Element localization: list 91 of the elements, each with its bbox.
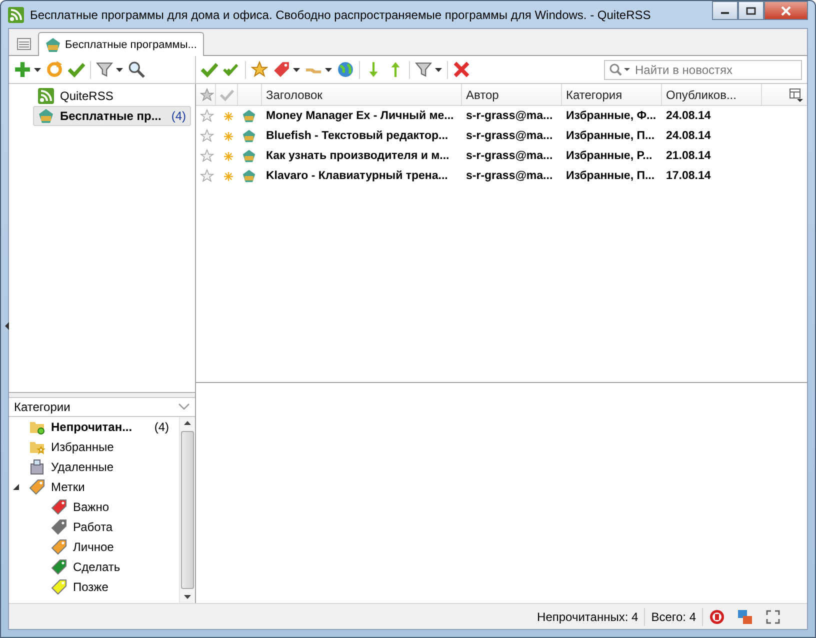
chevron-down-icon[interactable] <box>178 403 190 411</box>
expand-triangle-icon[interactable] <box>13 484 19 490</box>
window-title: Бесплатные программы для дома и офиса. Свободно распространяемые программы для Windows. - QuiteRSS <box>30 8 651 22</box>
author-cell-text: s-r-grass@ma... <box>465 110 554 122</box>
trash-icon <box>29 459 45 475</box>
category-item[interactable]: Работа <box>13 517 179 537</box>
category-item[interactable]: Удаленные <box>13 457 179 477</box>
rss-icon <box>8 6 24 22</box>
column-header[interactable]: Категория <box>562 84 662 105</box>
folder-icon <box>29 419 45 435</box>
unread-marker-icon[interactable] <box>224 112 233 120</box>
category-cell-text: Избранные, Р... <box>565 150 654 162</box>
scroll-down-icon[interactable] <box>184 595 191 599</box>
read-column-icon[interactable] <box>220 88 234 102</box>
maximize-icon <box>746 6 756 14</box>
feed-icon <box>38 108 54 124</box>
star-icon[interactable] <box>200 129 214 143</box>
scrollbar[interactable] <box>179 417 195 603</box>
category-item[interactable]: Позже <box>13 577 179 597</box>
category-item[interactable]: Непрочитан... (4) <box>13 417 179 437</box>
star-icon[interactable] <box>200 149 214 163</box>
checkmark-icon[interactable] <box>68 61 85 78</box>
category-item[interactable]: Важно <box>13 497 179 517</box>
news-title[interactable]: Money Manager Ex - Личный ме... <box>262 110 462 122</box>
caret-icon[interactable] <box>293 68 300 72</box>
caret-icon[interactable] <box>325 68 332 72</box>
columns-menu-icon[interactable] <box>789 88 803 102</box>
feed-icon <box>242 109 256 123</box>
categories-header[interactable]: Категории <box>9 397 195 417</box>
stop-icon[interactable] <box>709 608 725 624</box>
unread-marker-icon[interactable] <box>224 132 233 140</box>
author-cell-text: s-r-grass@ma... <box>465 170 554 182</box>
column-header[interactable]: Опубликов... <box>662 84 762 105</box>
feed-item[interactable]: Бесплатные пр... (4) <box>33 106 191 126</box>
globe-icon[interactable] <box>337 61 354 78</box>
total-count: Всего: 4 <box>645 608 703 626</box>
delete-icon[interactable] <box>453 61 470 78</box>
search-field[interactable]: Найти в новостях <box>604 60 802 80</box>
author-cell-text: s-r-grass@ma... <box>465 150 554 162</box>
search-icon[interactable] <box>609 62 631 76</box>
fullscreen-icon[interactable] <box>765 608 781 624</box>
star-column-icon[interactable] <box>200 88 214 102</box>
menu-icon <box>17 38 31 50</box>
minimize-button[interactable] <box>712 1 738 20</box>
search-icon[interactable] <box>128 61 145 78</box>
filter-icon[interactable] <box>415 61 432 78</box>
star-icon[interactable] <box>200 109 214 123</box>
category-cell-text: Избранные, П... <box>565 170 656 182</box>
windows-icon[interactable] <box>737 608 753 624</box>
rss-icon <box>38 88 54 104</box>
date-cell-text: 17.08.14 <box>665 170 712 182</box>
category-cell-text: Избранные, П... <box>565 130 656 142</box>
category-cell-text: Избранные, Ф... <box>565 110 658 122</box>
scroll-up-icon[interactable] <box>184 421 191 425</box>
caret-icon[interactable] <box>34 68 41 72</box>
maximize-button[interactable] <box>738 1 764 20</box>
feed-item[interactable]: QuiteRSS <box>33 86 191 106</box>
feed-tab[interactable]: Бесплатные программы... <box>38 32 204 56</box>
column-header[interactable]: Автор <box>462 84 562 105</box>
star-icon[interactable] <box>200 169 214 183</box>
feed-icon <box>242 169 256 183</box>
category-item[interactable]: Сделать <box>13 557 179 577</box>
close-button[interactable] <box>764 1 808 20</box>
date-cell-text: 21.08.14 <box>665 150 712 162</box>
unread-count: Непрочитанных: 4 <box>531 608 646 626</box>
unread-marker-icon[interactable] <box>224 152 233 160</box>
feed-icon <box>242 129 256 143</box>
checkmark-icon[interactable] <box>201 61 218 78</box>
double-checkmark-icon[interactable] <box>223 61 240 78</box>
star-icon[interactable] <box>251 61 268 78</box>
news-title[interactable]: Bluefish - Текстовый редактор... <box>262 130 462 142</box>
unread-marker-icon[interactable] <box>224 172 233 180</box>
filter-icon[interactable] <box>96 61 113 78</box>
category-item[interactable]: Избранные <box>13 437 179 457</box>
category-item[interactable]: Метки <box>13 477 179 497</box>
folder-star-icon <box>29 439 45 455</box>
caret-icon[interactable] <box>116 68 123 72</box>
close-icon <box>780 6 792 16</box>
author-cell-text: s-r-grass@ma... <box>465 130 554 142</box>
feed-icon <box>45 36 61 52</box>
date-cell-text: 24.08.14 <box>665 110 712 122</box>
tag-icon[interactable] <box>273 61 290 78</box>
date-cell-text: 24.08.14 <box>665 130 712 142</box>
collapse-arrow-icon[interactable] <box>5 322 9 330</box>
news-title[interactable]: Klavaro - Клавиатурный трена... <box>262 170 462 182</box>
news-title[interactable]: Как узнать производителя и м... <box>262 150 462 162</box>
column-header[interactable]: Заголовок <box>262 84 462 105</box>
category-item[interactable]: Личное <box>13 537 179 557</box>
refresh-icon[interactable] <box>46 61 63 78</box>
caret-icon[interactable] <box>435 68 442 72</box>
feed-icon <box>242 149 256 163</box>
